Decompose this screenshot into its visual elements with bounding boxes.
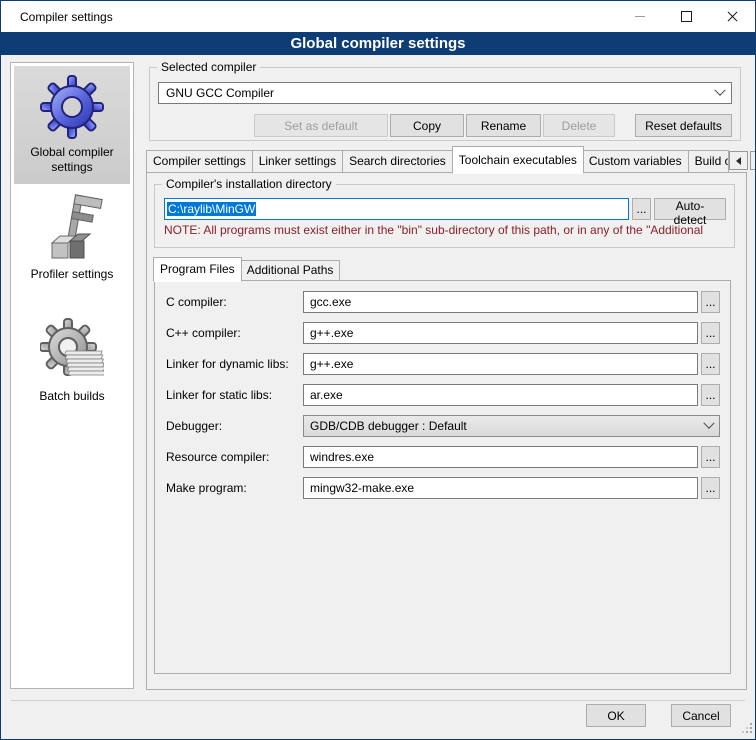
resize-grip-icon[interactable] xyxy=(742,722,752,736)
rename-button[interactable]: Rename xyxy=(466,114,541,137)
set-as-default-button[interactable]: Set as default xyxy=(254,114,388,137)
tab-additional-paths[interactable]: Additional Paths xyxy=(241,260,341,281)
page-title: Global compiler settings xyxy=(1,32,755,55)
field-label: Linker for dynamic libs: xyxy=(166,357,303,371)
group-legend: Selected compiler xyxy=(157,60,260,74)
compiler-button-row: Set as default Copy Rename Delete Reset … xyxy=(158,114,732,137)
field-value: gcc.exe xyxy=(310,295,351,309)
close-icon xyxy=(727,11,738,22)
tab-compiler-settings[interactable]: Compiler settings xyxy=(146,150,253,173)
selected-compiler-group: Selected compiler GNU GCC Compiler Set a… xyxy=(149,67,741,141)
browse-directory-button[interactable]: ... xyxy=(632,198,651,220)
tab-search-directories[interactable]: Search directories xyxy=(343,150,453,173)
tab-scroll-buttons xyxy=(729,151,756,170)
sidebar-item-global-compiler-settings[interactable]: Global compiler settings xyxy=(14,66,130,184)
sidebar-item-label: Global compiler settings xyxy=(14,145,130,175)
field-label: Resource compiler: xyxy=(166,450,303,464)
compiler-select-value: GNU GCC Compiler xyxy=(166,86,274,100)
close-button[interactable] xyxy=(709,1,755,32)
arrow-left-icon xyxy=(736,157,741,165)
installation-directory-input[interactable]: C:\raylib\MinGW xyxy=(164,198,629,220)
browse-make-program-button[interactable]: ... xyxy=(701,477,720,499)
program-files-panel: C compiler: gcc.exe ... C++ compiler: g+… xyxy=(154,280,731,674)
copy-button[interactable]: Copy xyxy=(390,114,464,137)
tab-linker-settings[interactable]: Linker settings xyxy=(253,150,343,173)
field-value: ar.exe xyxy=(310,388,343,402)
field-value: windres.exe xyxy=(310,450,374,464)
minimize-icon xyxy=(635,16,645,17)
static-linker-row: Linker for static libs: ar.exe ... xyxy=(166,384,720,406)
chevron-down-icon xyxy=(714,85,725,96)
main-tabs: Compiler settings Linker settings Search… xyxy=(146,147,747,173)
cpp-compiler-row: C++ compiler: g++.exe ... xyxy=(166,322,720,344)
dynamic-linker-input[interactable]: g++.exe xyxy=(303,353,698,375)
tab-scroll-left-button[interactable] xyxy=(729,151,748,170)
browse-dynamic-linker-button[interactable]: ... xyxy=(701,353,720,375)
sidebar-item-profiler-settings[interactable]: Profiler settings xyxy=(14,188,130,306)
installation-directory-row: C:\raylib\MinGW ... Auto-detect xyxy=(164,198,726,220)
titlebar: Compiler settings xyxy=(1,1,755,32)
toolchain-executables-page: Compiler's installation directory C:\ray… xyxy=(146,172,747,690)
dialog-body: Global compiler settings xyxy=(1,55,755,739)
dynamic-linker-row: Linker for dynamic libs: g++.exe ... xyxy=(166,353,720,375)
resource-compiler-input[interactable]: windres.exe xyxy=(303,446,698,468)
browse-cpp-compiler-button[interactable]: ... xyxy=(701,322,720,344)
bin-subdirectory-note: NOTE: All programs must exist either in … xyxy=(164,223,733,237)
executables-form: C compiler: gcc.exe ... C++ compiler: g+… xyxy=(166,291,720,508)
field-value: g++.exe xyxy=(310,326,353,340)
debugger-select[interactable]: GDB/CDB debugger : Default xyxy=(303,415,720,437)
tab-build-options[interactable]: Build options xyxy=(689,150,729,173)
tab-toolchain-executables[interactable]: Toolchain executables xyxy=(452,146,584,174)
compiler-settings-dialog: Compiler settings Global compiler settin… xyxy=(0,0,756,740)
field-value: mingw32-make.exe xyxy=(310,481,414,495)
reset-defaults-button[interactable]: Reset defaults xyxy=(635,114,732,137)
caption-buttons xyxy=(617,1,755,32)
auto-detect-button[interactable]: Auto-detect xyxy=(654,198,726,220)
gear-blue-icon xyxy=(40,71,104,143)
caliper-icon xyxy=(40,193,104,265)
sidebar-item-label: Batch builds xyxy=(39,389,104,404)
field-value: GDB/CDB debugger : Default xyxy=(310,419,467,433)
compiler-select[interactable]: GNU GCC Compiler xyxy=(158,82,732,104)
chevron-down-icon xyxy=(703,418,714,429)
c-compiler-input[interactable]: gcc.exe xyxy=(303,291,698,313)
field-value: g++.exe xyxy=(310,357,353,371)
tab-custom-variables[interactable]: Custom variables xyxy=(583,150,689,173)
group-legend: Compiler's installation directory xyxy=(162,177,336,191)
field-label: Linker for static libs: xyxy=(166,388,303,402)
cancel-button[interactable]: Cancel xyxy=(671,704,731,727)
cpp-compiler-input[interactable]: g++.exe xyxy=(303,322,698,344)
tab-scroll-right-button[interactable] xyxy=(750,151,756,170)
field-label: C++ compiler: xyxy=(166,326,303,340)
resource-compiler-row: Resource compiler: windres.exe ... xyxy=(166,446,720,468)
make-program-row: Make program: mingw32-make.exe ... xyxy=(166,477,720,499)
ok-button[interactable]: OK xyxy=(586,704,646,727)
field-label: Debugger: xyxy=(166,419,303,433)
program-tabs: Program Files Additional Paths xyxy=(154,258,340,281)
debugger-row: Debugger: GDB/CDB debugger : Default xyxy=(166,415,720,437)
settings-category-list: Global compiler settings xyxy=(10,62,134,689)
static-linker-input[interactable]: ar.exe xyxy=(303,384,698,406)
maximize-button[interactable] xyxy=(663,1,709,32)
c-compiler-row: C compiler: gcc.exe ... xyxy=(166,291,720,313)
field-label: Make program: xyxy=(166,481,303,495)
tab-program-files[interactable]: Program Files xyxy=(153,257,242,282)
make-program-input[interactable]: mingw32-make.exe xyxy=(303,477,698,499)
minimize-button[interactable] xyxy=(617,1,663,32)
sidebar-item-batch-builds[interactable]: Batch builds xyxy=(14,310,130,428)
selected-text: C:\raylib\MinGW xyxy=(167,202,256,216)
browse-static-linker-button[interactable]: ... xyxy=(701,384,720,406)
browse-resource-compiler-button[interactable]: ... xyxy=(701,446,720,468)
window-title: Compiler settings xyxy=(1,10,113,24)
footer-divider xyxy=(11,700,745,701)
browse-c-compiler-button[interactable]: ... xyxy=(701,291,720,313)
delete-button[interactable]: Delete xyxy=(543,114,615,137)
field-label: C compiler: xyxy=(166,295,303,309)
installation-directory-group: Compiler's installation directory C:\ray… xyxy=(154,184,735,248)
sidebar-item-label: Profiler settings xyxy=(31,267,114,282)
maximize-icon xyxy=(681,11,692,22)
gear-stack-icon xyxy=(40,315,104,387)
